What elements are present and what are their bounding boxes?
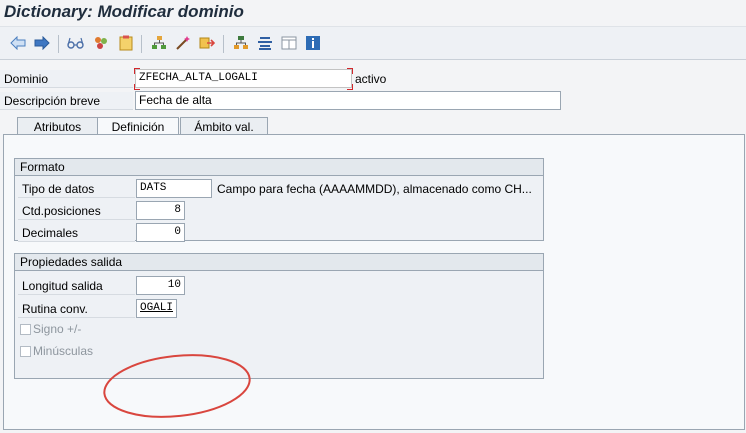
- propiedades-salida-title: Propiedades salida: [15, 254, 543, 271]
- tipo-datos-field[interactable]: DATS: [136, 179, 212, 198]
- activate-icon[interactable]: [92, 34, 110, 52]
- ctd-posiciones-label: Ctd.posiciones: [18, 202, 135, 220]
- clipboard-icon[interactable]: [117, 34, 135, 52]
- hierarchy-icon[interactable]: [150, 34, 168, 52]
- tab-panel-definicion: Formato Tipo de datos DATS Campo para fe…: [3, 134, 745, 430]
- ctd-posiciones-field[interactable]: 8: [136, 201, 185, 220]
- wand-icon[interactable]: [174, 34, 192, 52]
- descripcion-label: Descripción breve: [0, 92, 133, 110]
- decimales-label: Decimales: [18, 224, 135, 242]
- navigate-icon[interactable]: [198, 34, 216, 52]
- toolbar-separator: [223, 35, 224, 53]
- back-arrow-icon[interactable]: [9, 34, 27, 52]
- list-icon[interactable]: [256, 34, 274, 52]
- longitud-salida-field[interactable]: 10: [136, 276, 185, 295]
- required-corner: [134, 84, 140, 90]
- glasses-icon[interactable]: [67, 34, 85, 52]
- tab-atributos[interactable]: Atributos: [17, 117, 98, 135]
- minusculas-label: Minúsculas: [33, 344, 94, 358]
- tab-definicion[interactable]: Definición: [97, 117, 179, 135]
- tab-ambito-val[interactable]: Ámbito val.: [180, 117, 268, 135]
- dominio-label: Dominio: [0, 70, 133, 88]
- main-content: Dominio ZFECHA_ALTA_LOGALI activo Descri…: [0, 60, 746, 433]
- forward-arrow-icon[interactable]: [33, 34, 51, 52]
- application-toolbar: [0, 27, 746, 60]
- object-list-icon[interactable]: [232, 34, 250, 52]
- required-corner: [347, 68, 353, 74]
- descripcion-field[interactable]: Fecha de alta: [135, 91, 561, 110]
- window-icon[interactable]: [280, 34, 298, 52]
- rutina-conv-label: Rutina conv.: [18, 300, 135, 318]
- tipo-datos-label: Tipo de datos: [18, 180, 135, 198]
- propiedades-salida-group: Propiedades salida Longitud salida 10 Ru…: [14, 253, 544, 379]
- dominio-field[interactable]: ZFECHA_ALTA_LOGALI: [135, 69, 352, 88]
- signo-checkbox[interactable]: [20, 324, 31, 335]
- decimales-field[interactable]: 0: [136, 223, 185, 242]
- annotation-ellipse: [103, 354, 251, 418]
- info-icon[interactable]: [304, 34, 322, 52]
- tipo-datos-description: Campo para fecha (AAAAMMDD), almacenado …: [217, 182, 532, 196]
- signo-label: Signo +/-: [33, 322, 82, 336]
- formato-title: Formato: [15, 159, 543, 176]
- minusculas-checkbox[interactable]: [20, 346, 31, 357]
- status-text: activo: [355, 72, 387, 86]
- required-corner: [134, 68, 140, 74]
- rutina-conv-field[interactable]: OGALI: [136, 299, 177, 318]
- required-corner: [347, 84, 353, 90]
- longitud-salida-label: Longitud salida: [18, 277, 135, 295]
- tab-strip: Atributos Definición Ámbito val.: [0, 117, 746, 135]
- formato-group: Formato Tipo de datos DATS Campo para fe…: [14, 158, 544, 242]
- toolbar-separator: [141, 35, 142, 53]
- toolbar-separator: [58, 35, 59, 53]
- title-bar: Dictionary: Modificar dominio: [0, 0, 746, 27]
- window-title: Dictionary: Modificar dominio: [4, 2, 244, 21]
